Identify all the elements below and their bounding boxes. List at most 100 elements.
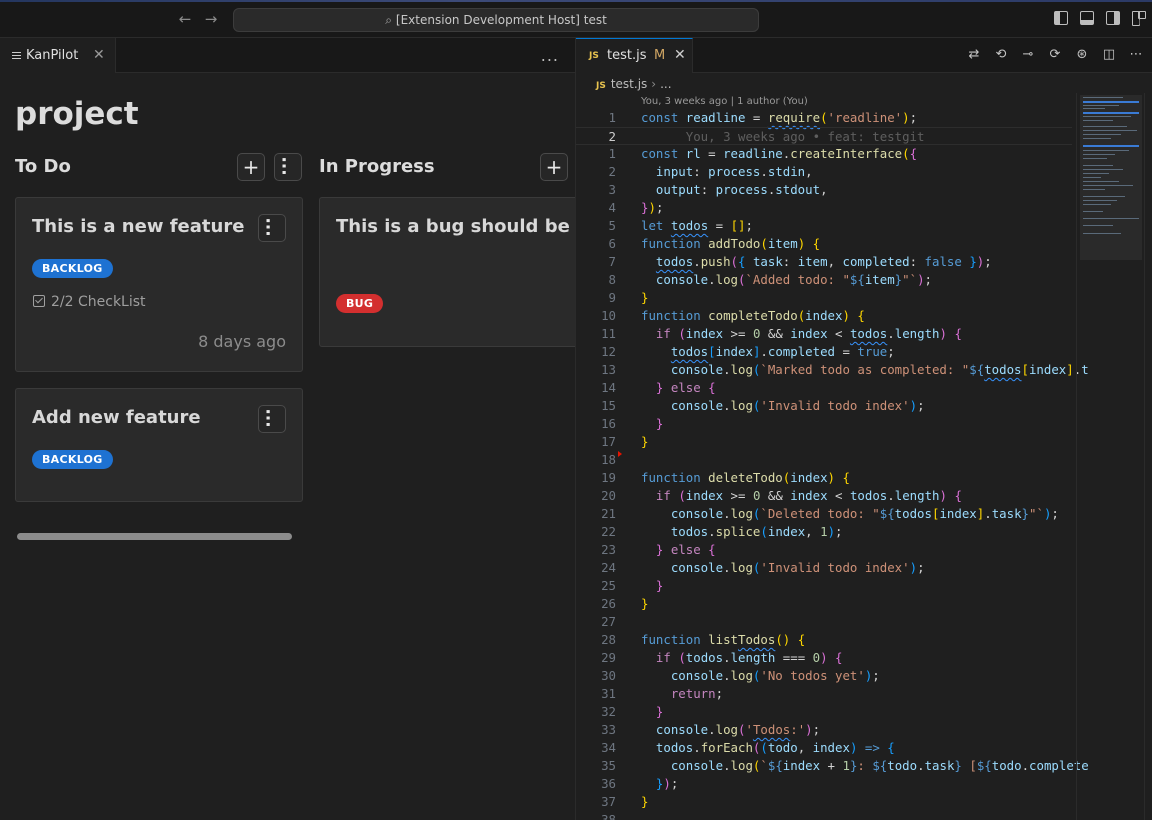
minimap-line: [1083, 145, 1139, 147]
code-line: 32 }: [576, 703, 1072, 721]
kanban-card[interactable]: This is a new feature ... BACKLOG 2/2 Ch…: [15, 197, 303, 372]
compare-changes-icon[interactable]: ⇄: [966, 47, 982, 63]
git-commit-icon[interactable]: ⊸: [1020, 47, 1036, 63]
line-number: 8: [608, 272, 616, 287]
arrow-left-icon[interactable]: ←: [175, 9, 195, 29]
line-number: 29: [601, 650, 616, 665]
minimap-line: [1083, 200, 1117, 201]
javascript-file-icon: JS: [589, 51, 599, 61]
code-line: 10 function completeTodo(index) {: [576, 307, 1072, 325]
horizontal-scrollbar[interactable]: [17, 533, 292, 540]
code-line: 9}: [576, 289, 1072, 307]
line-number: 9: [608, 290, 616, 305]
layout-controls: [1054, 11, 1146, 26]
code-line: 22 todos.splice(index, 1);: [576, 523, 1072, 541]
add-card-button[interactable]: +: [237, 153, 265, 181]
arrow-right-icon[interactable]: →: [201, 9, 221, 29]
code-line: 28 function listTodos() {: [576, 631, 1072, 649]
line-number: 18: [601, 452, 616, 467]
minimap-line: [1083, 105, 1119, 106]
minimap-line: [1083, 108, 1105, 109]
breadcrumb-more[interactable]: ...: [660, 77, 671, 91]
code-line: 17}: [576, 433, 1072, 451]
column-title-in-progress: In Progress: [319, 156, 435, 177]
line-number: 20: [601, 488, 616, 503]
code-line: 20 if (index >= 0 && index < todos.lengt…: [576, 487, 1072, 505]
vertical-scrollbar[interactable]: [1144, 93, 1152, 820]
code-line: 21 console.log(`Deleted todo: "${todos[i…: [576, 505, 1072, 523]
minimap-line: [1083, 211, 1103, 212]
code-line: 36 });: [576, 775, 1072, 793]
code-line: 29 if (todos.length === 0) {: [576, 649, 1072, 667]
code-line: 19 function deleteTodo(index) {: [576, 469, 1072, 487]
customize-layout-icon[interactable]: [1132, 11, 1146, 26]
line-number: 32: [601, 704, 616, 719]
card-age: 8 days ago: [198, 332, 286, 351]
breadcrumb-file[interactable]: test.js: [611, 77, 647, 91]
editor-tab-bar: JS test.js M ✕ ⇄ ⟲ ⊸ ⟳ ⊛ ◫ ⋯: [576, 38, 1152, 73]
code-line: 30 console.log('No todos yet');: [576, 667, 1072, 685]
minimap-line: [1083, 154, 1115, 155]
blame-codelens[interactable]: You, 3 weeks ago | 1 author (You): [641, 96, 808, 107]
tab-test-js[interactable]: JS test.js M ✕: [576, 38, 693, 73]
code-line: 11 if (index >= 0 && index < todos.lengt…: [576, 325, 1072, 343]
code-line: 1 const readline = require('readline');: [576, 109, 1072, 127]
toggle-panel-icon[interactable]: [1080, 11, 1094, 25]
more-icon[interactable]: ⋯: [1128, 47, 1144, 63]
code-area[interactable]: 1 const readline = require('readline'); 2…: [576, 109, 1089, 820]
checklist-icon: [33, 295, 45, 307]
line-number: 28: [601, 632, 616, 647]
left-tab-bar: KanPilot ✕ ...: [0, 38, 575, 73]
toggle-secondary-sidebar-icon[interactable]: [1106, 11, 1120, 25]
code-line: 1 const rl = readline.createInterface({: [576, 145, 1072, 163]
column-title-todo: To Do: [15, 156, 71, 177]
code-line: 2 You, 3 weeks ago • feat: testgit: [576, 127, 1072, 145]
line-number: 19: [601, 470, 616, 485]
status-badge: BUG: [336, 294, 384, 313]
editor-actions: ⇄ ⟲ ⊸ ⟳ ⊛ ◫ ⋯: [966, 47, 1144, 63]
title-accent-line: [0, 0, 1152, 2]
line-number: 1: [608, 110, 616, 125]
add-card-button[interactable]: +: [540, 153, 568, 181]
code-line: 7 todos.push({ task: item, completed: fa…: [576, 253, 1072, 271]
minimap-line: [1083, 169, 1123, 170]
code-line: 12 todos[index].completed = true;: [576, 343, 1072, 361]
close-icon[interactable]: ✕: [674, 47, 686, 63]
code-line: 4});: [576, 199, 1072, 217]
code-line: 38: [576, 811, 1072, 820]
board-title: project: [15, 96, 139, 132]
minimap-line: [1083, 120, 1113, 121]
minimap-line: [1083, 225, 1113, 226]
inline-blame: You, 3 weeks ago • feat: testgit: [685, 129, 925, 144]
column-menu-button[interactable]: ...: [274, 153, 302, 181]
close-icon[interactable]: ✕: [93, 47, 105, 63]
minimap-line: [1083, 177, 1101, 178]
command-center[interactable]: ⌕ [Extension Development Host] test: [233, 8, 759, 32]
tab-kanpilot[interactable]: KanPilot ✕: [0, 38, 116, 73]
code-line: 3 output: process.stdout,: [576, 181, 1072, 199]
go-back-icon[interactable]: ⟲: [993, 47, 1009, 63]
line-number: 38: [601, 812, 616, 820]
card-menu-button[interactable]: ...: [258, 405, 286, 433]
search-icon: ⌕: [385, 13, 392, 27]
minimap[interactable]: [1076, 93, 1144, 820]
code-line: 25 }: [576, 577, 1072, 595]
more-icon[interactable]: ...: [541, 46, 559, 65]
kanban-card[interactable]: Add new feature ... BACKLOG: [15, 388, 303, 502]
minimap-line: [1083, 130, 1137, 131]
toggle-sidebar-icon[interactable]: [1054, 11, 1068, 25]
line-number: 11: [601, 326, 616, 341]
minimap-line: [1083, 185, 1133, 186]
line-number: 2: [608, 129, 616, 144]
line-number: 24: [601, 560, 616, 575]
go-forward-icon[interactable]: ⟳: [1047, 47, 1063, 63]
code-line: 34 todos.forEach((todo, index) => {: [576, 739, 1072, 757]
card-menu-button[interactable]: ...: [258, 214, 286, 242]
code-editor: JS test.js M ✕ ⇄ ⟲ ⊸ ⟳ ⊛ ◫ ⋯ JS test.js ›.…: [576, 38, 1152, 820]
breakpoint-marker-icon[interactable]: [618, 451, 622, 457]
kanban-card[interactable]: This is a bug should be rep BUG: [319, 197, 575, 347]
kebab-icon: ...: [278, 156, 298, 176]
copilot-icon[interactable]: ⊛: [1074, 47, 1090, 63]
code-line: 16 }: [576, 415, 1072, 433]
split-editor-icon[interactable]: ◫: [1101, 47, 1117, 63]
